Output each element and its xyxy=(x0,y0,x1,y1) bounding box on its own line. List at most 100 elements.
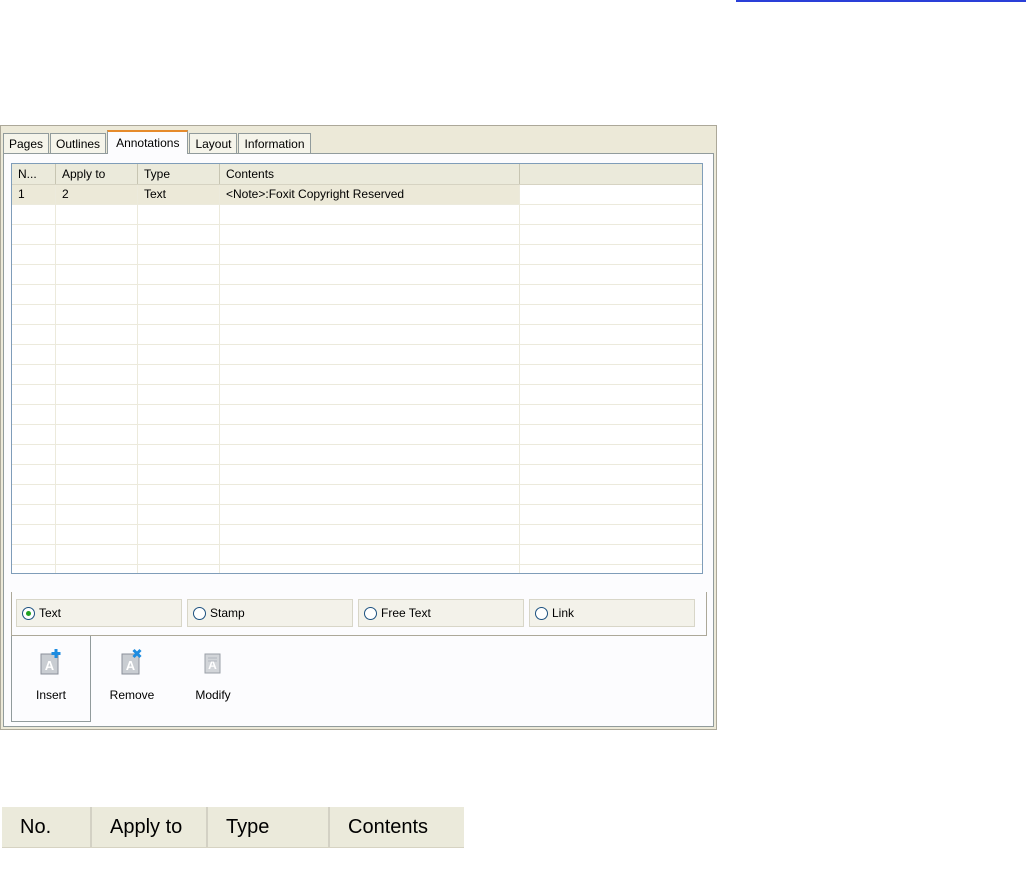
empty-table-row xyxy=(12,305,702,325)
empty-cell xyxy=(520,385,702,405)
tab-outlines[interactable]: Outlines xyxy=(50,133,107,153)
empty-table-row xyxy=(12,405,702,425)
empty-cell xyxy=(12,385,56,405)
empty-cell xyxy=(520,405,702,425)
empty-cell xyxy=(12,325,56,345)
empty-cell xyxy=(520,285,702,305)
empty-cell xyxy=(138,345,220,365)
empty-cell xyxy=(12,525,56,545)
empty-cell xyxy=(220,405,520,425)
empty-table-row xyxy=(12,205,702,225)
remove-annotation-icon: A xyxy=(121,648,142,675)
empty-cell xyxy=(138,525,220,545)
remove-button[interactable]: A Remove xyxy=(92,636,172,722)
radio-link-circle[interactable] xyxy=(535,606,548,620)
empty-table-row xyxy=(12,525,702,545)
empty-table-row xyxy=(12,565,702,573)
empty-cell xyxy=(56,285,138,305)
radio-link-label: Link xyxy=(552,606,575,620)
empty-cell xyxy=(220,425,520,445)
empty-table-row xyxy=(12,385,702,405)
empty-cell xyxy=(220,525,520,545)
empty-cell xyxy=(520,565,702,573)
empty-cell xyxy=(12,345,56,365)
command-bar: A Insert A Remove A Modify xyxy=(11,636,707,722)
radio-stamp-label: Stamp xyxy=(210,606,245,620)
empty-cell xyxy=(220,265,520,285)
empty-cell xyxy=(12,205,56,225)
radio-stamp[interactable]: Stamp xyxy=(187,599,353,627)
empty-cell xyxy=(138,505,220,525)
empty-cell xyxy=(56,425,138,445)
empty-cell xyxy=(138,245,220,265)
empty-table-row xyxy=(12,285,702,305)
empty-cell xyxy=(56,525,138,545)
modify-button[interactable]: A Modify xyxy=(173,636,253,722)
empty-cell xyxy=(138,305,220,325)
radio-free-text[interactable]: Free Text xyxy=(358,599,524,627)
radio-text[interactable]: Text xyxy=(16,599,182,627)
empty-cell xyxy=(56,225,138,245)
tab-annotations[interactable]: Annotations xyxy=(107,130,189,154)
empty-cell xyxy=(56,305,138,325)
empty-cell xyxy=(138,445,220,465)
empty-table-row xyxy=(12,325,702,345)
empty-cell xyxy=(138,225,220,245)
empty-cell xyxy=(220,225,520,245)
empty-cell xyxy=(56,505,138,525)
empty-cell xyxy=(220,385,520,405)
empty-cell xyxy=(56,385,138,405)
empty-cell xyxy=(12,425,56,445)
empty-cell xyxy=(138,565,220,573)
empty-cell xyxy=(220,565,520,573)
empty-table-row xyxy=(12,445,702,465)
column-header-no[interactable]: N... xyxy=(12,164,56,184)
empty-cell xyxy=(220,365,520,385)
empty-table-row xyxy=(12,365,702,385)
radio-text-circle[interactable] xyxy=(22,606,35,620)
zoomed-header-no: No. xyxy=(2,807,92,847)
radio-stamp-circle[interactable] xyxy=(193,606,206,620)
empty-cell xyxy=(12,305,56,325)
tab-layout[interactable]: Layout xyxy=(189,133,238,153)
cell-type: Text xyxy=(138,185,220,205)
empty-cell xyxy=(520,245,702,265)
tab-strip: Pages Outlines Annotations Layout Inform… xyxy=(3,129,312,154)
empty-cell xyxy=(220,305,520,325)
empty-cell xyxy=(138,465,220,485)
zoomed-list-header: No. Apply to Type Contents xyxy=(2,807,464,848)
empty-cell xyxy=(56,325,138,345)
annotation-type-group: Text Stamp Free Text Link xyxy=(11,592,707,636)
empty-cell xyxy=(220,445,520,465)
empty-cell xyxy=(220,325,520,345)
insert-button[interactable]: A Insert xyxy=(11,636,91,722)
column-header-apply-to[interactable]: Apply to xyxy=(56,164,138,184)
empty-cell xyxy=(220,245,520,265)
insert-label: Insert xyxy=(35,688,66,702)
svg-text:A: A xyxy=(208,658,217,672)
empty-cell xyxy=(12,225,56,245)
empty-cell xyxy=(520,265,702,285)
empty-table-row xyxy=(12,505,702,525)
annotations-list[interactable]: N... Apply to Type Contents 1 2 Text <No… xyxy=(11,163,703,574)
empty-cell xyxy=(520,205,702,225)
column-header-contents[interactable]: Contents xyxy=(220,164,520,184)
radio-free-text-circle[interactable] xyxy=(364,606,377,620)
tab-information[interactable]: Information xyxy=(238,133,311,153)
empty-cell xyxy=(520,445,702,465)
column-header-type[interactable]: Type xyxy=(138,164,220,184)
empty-cell xyxy=(56,345,138,365)
empty-cell xyxy=(520,325,702,345)
empty-table-row xyxy=(12,345,702,365)
radio-link[interactable]: Link xyxy=(529,599,695,627)
empty-cell xyxy=(520,465,702,485)
empty-cell xyxy=(56,265,138,285)
table-row[interactable]: 1 2 Text <Note>:Foxit Copyright Reserved xyxy=(12,185,702,205)
empty-cell xyxy=(138,205,220,225)
tab-pages[interactable]: Pages xyxy=(3,133,50,153)
empty-cell xyxy=(520,305,702,325)
empty-cell xyxy=(56,245,138,265)
modify-label: Modify xyxy=(195,688,231,702)
modify-annotation-icon: A xyxy=(204,653,221,674)
empty-cell xyxy=(138,485,220,505)
